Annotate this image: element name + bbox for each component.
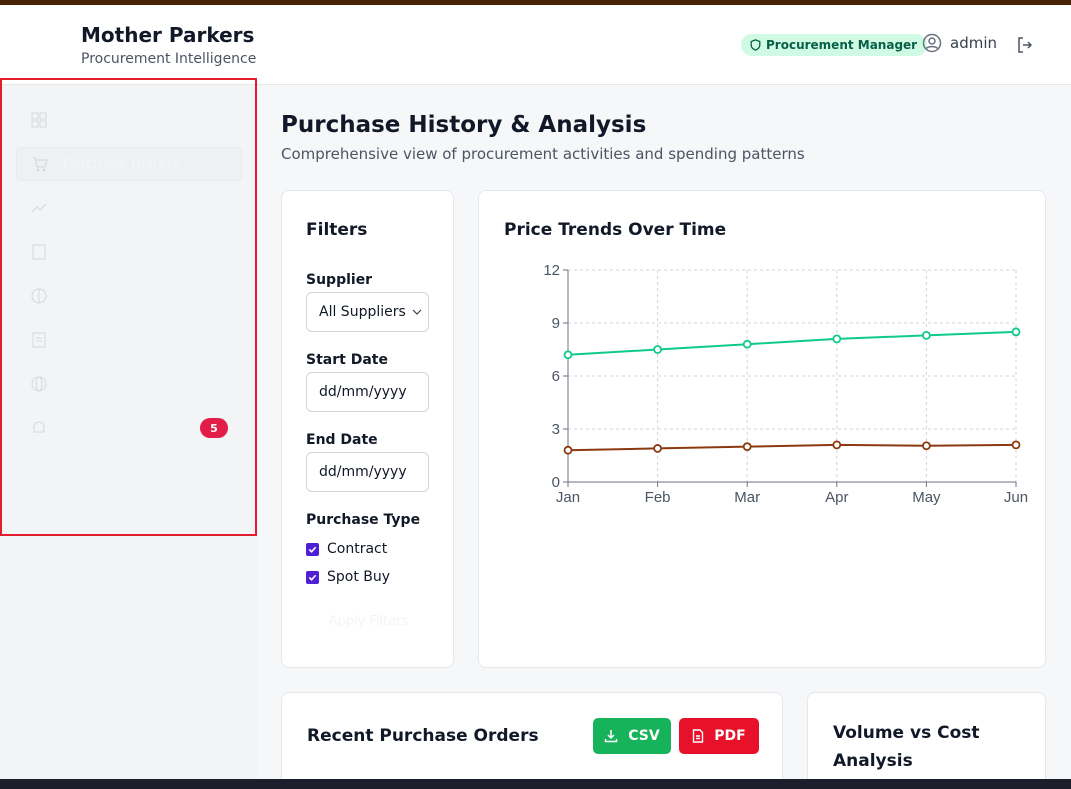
brain-icon bbox=[31, 288, 47, 304]
sidebar-item-price-intelligence[interactable]: Price Intelligence bbox=[16, 191, 242, 225]
y-tick-label: 12 bbox=[543, 262, 560, 279]
data-point bbox=[1011, 327, 1021, 337]
cart-icon bbox=[33, 157, 48, 172]
page-subtitle: Comprehensive view of procurement activi… bbox=[281, 145, 805, 163]
start-date-placeholder: dd/mm/yyyy bbox=[319, 384, 407, 400]
sidebar-item-label: Price Intelligence bbox=[62, 200, 183, 216]
user-menu[interactable]: admin bbox=[922, 33, 997, 53]
grid-icon bbox=[31, 112, 47, 128]
x-tick-label: Jun bbox=[1004, 489, 1028, 506]
page-title: Purchase History & Analysis bbox=[281, 112, 647, 138]
data-point bbox=[742, 339, 752, 349]
volume-cost-title: Volume vs Cost Analysis bbox=[833, 723, 980, 771]
checkbox-label: Contract bbox=[327, 541, 388, 557]
price-trends-chart: 036912Jan Feb Mar Apr May Jun bbox=[543, 262, 1028, 506]
start-date-input[interactable]: dd/mm/yyyy bbox=[306, 372, 429, 412]
filters-panel: Filters Supplier All Suppliers Start Dat… bbox=[281, 190, 454, 668]
series-line bbox=[567, 330, 1017, 356]
supplier-select-value: All Suppliers bbox=[319, 304, 406, 320]
document-icon bbox=[32, 332, 46, 348]
alerts-count-badge: 5 bbox=[200, 418, 228, 438]
end-date-label: End Date bbox=[306, 432, 378, 448]
supplier-select[interactable]: All Suppliers bbox=[306, 292, 429, 332]
filters-title: Filters bbox=[306, 220, 368, 240]
checkbox-checked-icon bbox=[306, 570, 319, 584]
sidebar-item-label: Dashboard bbox=[62, 112, 138, 128]
role-badge-label: Procurement Manager bbox=[766, 38, 918, 52]
export-pdf-label: PDF bbox=[714, 728, 746, 744]
chevron-down-icon bbox=[412, 309, 422, 315]
data-point bbox=[832, 334, 842, 344]
globe-icon bbox=[31, 376, 47, 392]
sidebar-item-label: Purchase History bbox=[63, 156, 181, 172]
y-tick-label: 6 bbox=[552, 368, 560, 385]
bottom-bar bbox=[0, 779, 1071, 789]
export-csv-button[interactable]: CSV bbox=[593, 718, 671, 754]
end-date-input[interactable]: dd/mm/yyyy bbox=[306, 452, 429, 492]
x-tick-label: Apr bbox=[825, 489, 848, 506]
user-circle-icon bbox=[922, 33, 942, 53]
sidebar-item-risk-map[interactable]: Risk Map bbox=[16, 367, 242, 401]
sidebar-item-supplier-management[interactable]: Supplier Management bbox=[16, 235, 242, 269]
sidebar-item-label: Contracts bbox=[62, 332, 130, 348]
x-tick-label: Mar bbox=[734, 489, 760, 506]
data-point bbox=[653, 345, 663, 354]
y-tick-label: 9 bbox=[552, 315, 560, 332]
sidebar-item-label: AI Insights bbox=[62, 288, 135, 304]
role-badge: Procurement Manager bbox=[741, 34, 928, 56]
sidebar-item-label: Alerts bbox=[62, 420, 103, 436]
file-text-icon bbox=[693, 729, 704, 743]
spot-buy-checkbox[interactable]: Spot Buy bbox=[306, 569, 390, 585]
app-header: Mother Parkers Procurement Intelligence … bbox=[0, 5, 1071, 85]
x-tick-label: Jan bbox=[556, 489, 580, 506]
x-tick-label: Feb bbox=[645, 489, 671, 506]
end-date-placeholder: dd/mm/yyyy bbox=[319, 464, 407, 480]
data-point bbox=[832, 440, 842, 450]
app-subtitle: Procurement Intelligence bbox=[81, 51, 257, 67]
sidebar-item-alerts[interactable]: Alerts 5 bbox=[16, 411, 242, 445]
data-point bbox=[921, 441, 931, 451]
sidebar-item-dashboard[interactable]: Dashboard bbox=[16, 103, 242, 137]
start-date-label: Start Date bbox=[306, 352, 388, 368]
data-point bbox=[742, 442, 752, 452]
checkbox-checked-icon bbox=[306, 542, 319, 556]
data-point bbox=[563, 350, 573, 360]
sidebar-item-contracts[interactable]: Contracts bbox=[16, 323, 242, 357]
checkbox-label: Spot Buy bbox=[327, 569, 391, 585]
x-tick-label: May bbox=[912, 489, 941, 506]
download-icon bbox=[605, 730, 618, 743]
shield-icon bbox=[750, 39, 761, 51]
data-point bbox=[563, 445, 573, 455]
data-point bbox=[921, 330, 931, 340]
purchase-type-label: Purchase Type bbox=[306, 512, 421, 528]
contract-checkbox[interactable]: Contract bbox=[306, 541, 387, 557]
sidebar-item-label: Supplier Management bbox=[62, 244, 217, 260]
price-trends-title: Price Trends Over Time bbox=[504, 220, 727, 240]
trend-icon bbox=[31, 203, 47, 213]
recent-orders-card: Recent Purchase Orders CSV PDF bbox=[281, 692, 783, 789]
data-point bbox=[653, 444, 663, 453]
logout-icon[interactable] bbox=[1016, 36, 1034, 54]
username: admin bbox=[950, 34, 997, 52]
app-title: Mother Parkers bbox=[81, 23, 255, 47]
building-icon bbox=[32, 244, 46, 260]
export-pdf-button[interactable]: PDF bbox=[679, 718, 759, 754]
export-csv-label: CSV bbox=[628, 728, 660, 744]
apply-filters-button[interactable]: Apply Filters bbox=[306, 614, 431, 634]
bell-icon bbox=[33, 421, 45, 433]
supplier-label: Supplier bbox=[306, 272, 373, 288]
price-trends-card: Price Trends Over Time 0 3 6 9 12 Jan Feb Mar Ap… bbox=[478, 190, 1046, 668]
series-line bbox=[567, 443, 1017, 452]
sidebar-item-label: Risk Map bbox=[62, 376, 126, 392]
data-point bbox=[1011, 440, 1021, 450]
y-tick-label: 3 bbox=[552, 421, 560, 438]
recent-orders-title: Recent Purchase Orders bbox=[307, 726, 539, 746]
sidebar-item-ai-insights[interactable]: AI Insights bbox=[16, 279, 242, 313]
sidebar-item-purchase-history[interactable]: Purchase History bbox=[16, 147, 242, 181]
volume-cost-card: Volume vs Cost Analysis bbox=[807, 692, 1046, 789]
